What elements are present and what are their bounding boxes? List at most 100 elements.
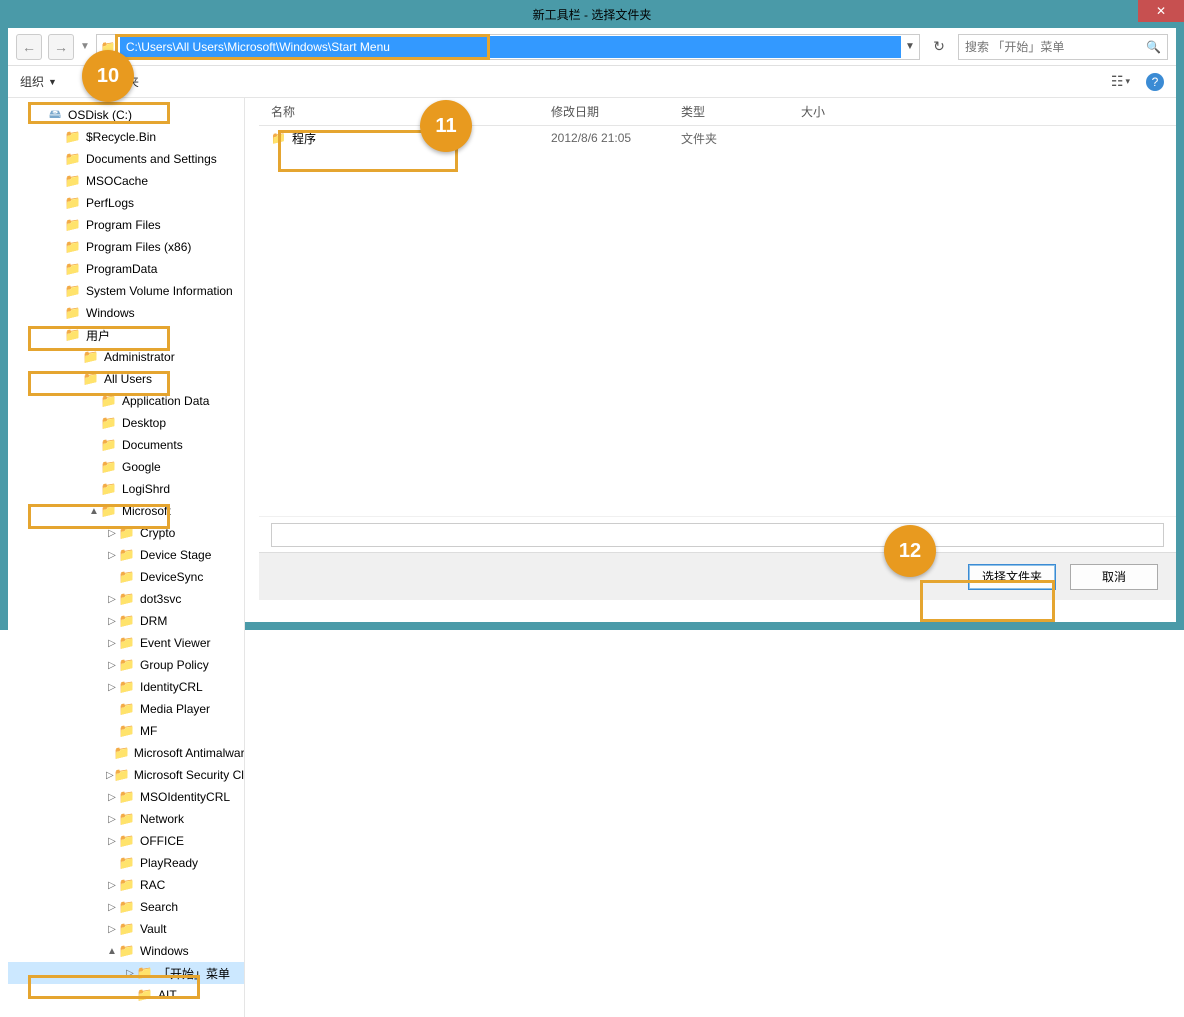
tree-item[interactable]: ▷📁Administrator [8, 346, 244, 368]
tree-item[interactable]: ▷📁Microsoft Security Clien [8, 764, 244, 786]
expander-icon[interactable]: ▷ [52, 154, 64, 165]
tree-item[interactable]: ▷📁用户 [8, 324, 244, 346]
expander-icon[interactable]: ▷ [106, 858, 118, 869]
tree-item[interactable]: ▷📁LogiShrd [8, 478, 244, 500]
expander-icon[interactable]: ▷ [106, 638, 118, 649]
select-folder-button[interactable]: 选择文件夹 [968, 564, 1056, 590]
expander-icon[interactable]: ▷ [88, 462, 100, 473]
folder-name-field[interactable] [271, 523, 1164, 547]
expander-icon[interactable]: ▷ [88, 484, 100, 495]
expander-icon[interactable]: ▷ [52, 220, 64, 231]
close-button[interactable]: ✕ [1138, 0, 1184, 22]
expander-icon[interactable]: ▷ [106, 902, 118, 913]
tree-item[interactable]: ▷📁Application Data [8, 390, 244, 412]
forward-button[interactable]: → [48, 34, 74, 60]
tree-item[interactable]: ▷📁Network [8, 808, 244, 830]
expander-icon[interactable]: ▷ [70, 352, 82, 363]
tree-item[interactable]: ▷📁Google [8, 456, 244, 478]
expander-icon[interactable]: ▷ [52, 264, 64, 275]
view-button[interactable]: ☷ ▾ [1111, 73, 1130, 90]
tree-item[interactable]: ▷📁Documents [8, 434, 244, 456]
tree-item[interactable]: ▷📁All Users [8, 368, 244, 390]
search-input[interactable] [965, 40, 1146, 54]
tree-item[interactable]: ▷📁PerfLogs [8, 192, 244, 214]
tree-item[interactable]: ▷📁Group Policy [8, 654, 244, 676]
tree-item[interactable]: ▷📁Program Files [8, 214, 244, 236]
address-input[interactable] [120, 36, 901, 58]
expander-icon[interactable]: ▷ [106, 748, 114, 759]
expander-icon[interactable]: ▲ [88, 506, 100, 517]
tree-item[interactable]: ▷📁Crypto [8, 522, 244, 544]
expander-icon[interactable]: ▷ [106, 726, 118, 737]
tree-item[interactable]: ▷🖴OSDisk (C:) [8, 104, 244, 126]
expander-icon[interactable]: ▷ [106, 704, 118, 715]
tree-item[interactable]: ▷📁MF [8, 720, 244, 742]
expander-icon[interactable]: ▷ [124, 968, 136, 979]
back-button[interactable]: ← [16, 34, 42, 60]
expander-icon[interactable]: ▷ [124, 990, 136, 1001]
tree-item[interactable]: ▷📁dot3svc [8, 588, 244, 610]
expander-icon[interactable]: ▷ [106, 660, 118, 671]
expander-icon[interactable]: ▷ [88, 418, 100, 429]
tree-item[interactable]: ▷📁$Recycle.Bin [8, 126, 244, 148]
expander-icon[interactable]: ▷ [70, 374, 82, 385]
tree-item[interactable]: ▷📁Program Files (x86) [8, 236, 244, 258]
expander-icon[interactable]: ▷ [88, 440, 100, 451]
expander-icon[interactable]: ▲ [106, 946, 118, 957]
tree-item[interactable]: ▷📁ProgramData [8, 258, 244, 280]
expander-icon[interactable]: ▷ [106, 792, 118, 803]
col-name[interactable]: 名称 [259, 103, 539, 120]
history-dropdown[interactable]: ▼ [80, 41, 90, 52]
expander-icon[interactable]: ▷ [52, 330, 64, 341]
tree-item[interactable]: ▷📁Desktop [8, 412, 244, 434]
tree-item[interactable]: ▷📁MSOIdentityCRL [8, 786, 244, 808]
file-row[interactable]: 📁 程序 2012/8/6 21:05 文件夹 [259, 126, 1176, 150]
expander-icon[interactable]: ▷ [52, 176, 64, 187]
tree-item[interactable]: ▷📁IdentityCRL [8, 676, 244, 698]
expander-icon[interactable]: ▷ [106, 682, 118, 693]
tree-item[interactable]: ▷📁AIT [8, 984, 244, 1006]
col-size[interactable]: 大小 [789, 103, 889, 120]
expander-icon[interactable]: ▷ [52, 198, 64, 209]
tree-item[interactable]: ▲📁Microsoft [8, 500, 244, 522]
tree-item[interactable]: ▷📁PlayReady [8, 852, 244, 874]
tree-item[interactable]: ▷📁Documents and Settings [8, 148, 244, 170]
expander-icon[interactable]: ▷ [52, 286, 64, 297]
expander-icon[interactable]: ▷ [52, 132, 64, 143]
tree-item[interactable]: ▲📁Windows [8, 940, 244, 962]
tree-item[interactable]: ▷📁Media Player [8, 698, 244, 720]
expander-icon[interactable]: ▷ [34, 110, 46, 121]
expander-icon[interactable]: ▷ [106, 814, 118, 825]
help-button[interactable]: ? [1146, 73, 1164, 91]
expander-icon[interactable]: ▷ [88, 396, 100, 407]
expander-icon[interactable]: ▷ [106, 550, 118, 561]
tree-item[interactable]: ▷📁DeviceSync [8, 566, 244, 588]
organize-button[interactable]: 组织 ▼ [20, 73, 57, 90]
cancel-button[interactable]: 取消 [1070, 564, 1158, 590]
tree-item[interactable]: ▷📁Search [8, 896, 244, 918]
tree-item[interactable]: ▷📁Microsoft Antimalware [8, 742, 244, 764]
expander-icon[interactable]: ▷ [106, 770, 114, 781]
tree-item[interactable]: ▷📁Windows [8, 302, 244, 324]
col-type[interactable]: 类型 [669, 103, 789, 120]
tree-item[interactable]: ▷📁System Volume Information [8, 280, 244, 302]
tree-item[interactable]: ▷📁Device Stage [8, 544, 244, 566]
tree-item[interactable]: ▷📁Vault [8, 918, 244, 940]
expander-icon[interactable]: ▷ [106, 880, 118, 891]
expander-icon[interactable]: ▷ [106, 528, 118, 539]
tree-item[interactable]: ▷📁「开始」菜单 [8, 962, 244, 984]
tree-item[interactable]: ▷📁RAC [8, 874, 244, 896]
tree-item[interactable]: ▷📁Event Viewer [8, 632, 244, 654]
tree-item[interactable]: ▷📁MSOCache [8, 170, 244, 192]
expander-icon[interactable]: ▷ [106, 836, 118, 847]
expander-icon[interactable]: ▷ [106, 924, 118, 935]
col-date[interactable]: 修改日期 [539, 103, 669, 120]
expander-icon[interactable]: ▷ [106, 572, 118, 583]
expander-icon[interactable]: ▷ [52, 242, 64, 253]
tree-item[interactable]: ▷📁OFFICE [8, 830, 244, 852]
refresh-button[interactable]: ↻ [926, 34, 952, 60]
expander-icon[interactable]: ▷ [52, 308, 64, 319]
tree-item[interactable]: ▷📁DRM [8, 610, 244, 632]
search-box[interactable]: 🔍 [958, 34, 1168, 60]
expander-icon[interactable]: ▷ [106, 616, 118, 627]
